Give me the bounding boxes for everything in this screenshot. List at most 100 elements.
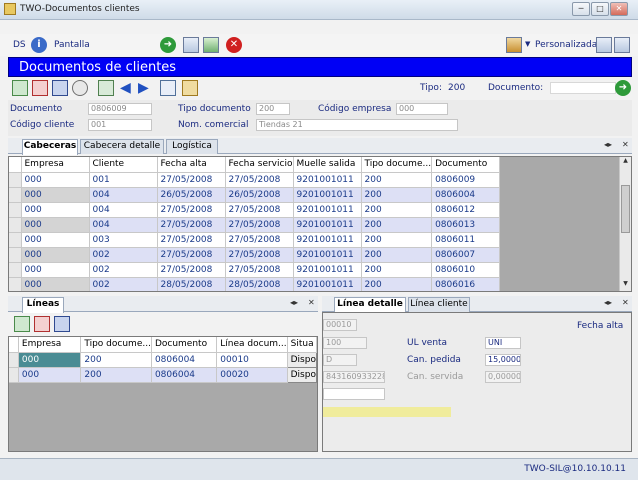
table-cell[interactable]: 27/05/2008 (225, 202, 294, 218)
row-indicator[interactable] (9, 367, 19, 383)
windows-icon[interactable] (183, 37, 199, 53)
table-cell[interactable]: 27/05/2008 (225, 172, 294, 188)
previous-icon[interactable]: ◀ (120, 80, 136, 96)
table-cell[interactable]: 000 (21, 172, 90, 188)
ds-label[interactable]: DS (13, 40, 26, 50)
table-cell[interactable]: 27/05/2008 (225, 262, 294, 278)
minimize-button[interactable]: ─ (572, 2, 590, 16)
table-cell[interactable]: 200 (361, 187, 433, 203)
table-cell[interactable]: 9201001011 (293, 247, 362, 263)
column-header[interactable]: Cliente (89, 157, 158, 173)
table-cell[interactable]: 000 (18, 367, 82, 383)
table-cell[interactable]: Dispo (286, 366, 317, 383)
table-cell[interactable]: 0806004 (431, 187, 501, 203)
codigo-cliente-field[interactable]: 001 (88, 119, 152, 131)
lock-icon[interactable] (182, 80, 198, 96)
row-indicator[interactable] (9, 217, 22, 233)
search-icon[interactable] (72, 80, 88, 96)
table-cell[interactable]: Dispo (286, 351, 317, 368)
layout-icon[interactable] (506, 37, 522, 53)
table-cell[interactable]: 000 (18, 352, 82, 368)
can-pedida-field[interactable]: 15,00000 (485, 354, 521, 366)
column-header[interactable]: Documento (151, 337, 218, 353)
scroll-thumb[interactable] (621, 185, 630, 233)
table-row[interactable]: 000 004 26/05/2008 26/05/2008 9201001011 200 0… (9, 187, 501, 203)
empty-field[interactable] (323, 388, 385, 400)
table-cell[interactable]: 9201001011 (293, 172, 362, 188)
next-icon[interactable]: ▶ (138, 80, 154, 96)
table-cell[interactable]: 00020 (216, 367, 288, 383)
table-cell[interactable]: 001 (89, 172, 158, 188)
table-cell[interactable]: 27/05/2008 (157, 232, 226, 248)
column-header[interactable]: Situa (287, 337, 317, 353)
table-cell[interactable]: 0806009 (431, 172, 501, 188)
tab-nav-icon[interactable]: ◂▸ (604, 298, 612, 307)
table-cell[interactable]: 0806012 (431, 202, 501, 218)
table-cell[interactable]: 200 (361, 202, 433, 218)
cabeceras-scrollbar[interactable]: ▲ ▼ (619, 157, 631, 291)
table-cell[interactable]: 0806007 (431, 247, 501, 263)
table-cell[interactable]: 27/05/2008 (157, 172, 226, 188)
estado-field[interactable]: D (323, 354, 357, 366)
table-cell[interactable]: 200 (361, 217, 433, 233)
tab-nav-icon[interactable]: ◂▸ (290, 298, 298, 307)
tab-linea-detalle[interactable]: Línea detalle (334, 297, 406, 313)
table-cell[interactable]: 200 (361, 247, 433, 263)
delete-icon[interactable] (32, 80, 48, 96)
table-cell[interactable]: 27/05/2008 (157, 262, 226, 278)
row-indicator[interactable] (9, 187, 22, 203)
table-cell[interactable]: 28/05/2008 (157, 277, 226, 291)
go-icon[interactable]: ➜ (160, 37, 176, 53)
table-cell[interactable]: 9201001011 (293, 217, 362, 233)
table-cell[interactable]: 000 (21, 217, 90, 233)
codigo-empresa-field[interactable]: 000 (396, 103, 448, 115)
tipo-documento-field[interactable]: 200 (256, 103, 290, 115)
scroll-up-icon[interactable]: ▲ (620, 157, 631, 167)
chevron-down-icon[interactable]: ▼ (525, 40, 530, 48)
column-header[interactable]: Empresa (18, 337, 82, 353)
table-cell[interactable]: 0806013 (431, 217, 501, 233)
new-icon[interactable] (12, 80, 28, 96)
table-cell[interactable]: 002 (89, 262, 158, 278)
tab-cabecera-detalle[interactable]: Cabecera detalle (80, 139, 164, 154)
row-indicator[interactable] (9, 172, 22, 188)
tab-close-icon[interactable]: ✕ (622, 298, 629, 307)
delete-line-icon[interactable] (34, 316, 50, 332)
table-cell[interactable]: 003 (89, 232, 158, 248)
table-cell[interactable]: 9201001011 (293, 187, 362, 203)
table-cell[interactable]: 000 (21, 187, 90, 203)
table-cell[interactable]: 200 (80, 352, 152, 368)
table-cell[interactable]: 000 (21, 232, 90, 248)
nombre-comercial-field[interactable]: Tiendas 21 (256, 119, 458, 131)
table-cell[interactable]: 002 (89, 277, 158, 291)
cantidad-field[interactable]: 100 (323, 337, 367, 349)
column-header[interactable]: Empresa (21, 157, 90, 173)
table-cell[interactable]: 27/05/2008 (157, 202, 226, 218)
table-cell[interactable]: 004 (89, 202, 158, 218)
table-cell[interactable]: 9201001011 (293, 202, 362, 218)
table-cell[interactable]: 200 (361, 262, 433, 278)
table-cell[interactable]: 200 (361, 172, 433, 188)
info-icon[interactable]: i (31, 37, 47, 53)
export-icon[interactable] (160, 80, 176, 96)
table-row[interactable]: 000 003 27/05/2008 27/05/2008 9201001011 200 0… (9, 232, 501, 248)
column-header[interactable]: Fecha servicio (225, 157, 294, 173)
table-cell[interactable]: 27/05/2008 (225, 247, 294, 263)
tab-close-icon[interactable]: ✕ (622, 140, 629, 149)
tab-cabeceras[interactable]: Cabeceras (22, 139, 78, 155)
tab-lineas[interactable]: Líneas (22, 297, 64, 313)
column-header[interactable]: Fecha alta (157, 157, 226, 173)
pantalla-label[interactable]: Pantalla (54, 40, 90, 50)
row-indicator[interactable] (9, 202, 22, 218)
validate-icon[interactable] (98, 80, 114, 96)
tab-nav-icon[interactable]: ◂▸ (604, 140, 612, 149)
row-indicator[interactable] (9, 247, 22, 263)
tab-close-icon[interactable]: ✕ (308, 298, 315, 307)
row-indicator[interactable] (9, 277, 22, 291)
table-row[interactable]: 000 002 27/05/2008 27/05/2008 9201001011 200 0… (9, 262, 501, 278)
column-header[interactable]: Tipo docume... (361, 157, 433, 173)
table-cell[interactable]: 00010 (216, 352, 288, 368)
table-cell[interactable]: 0806016 (431, 277, 501, 291)
table-cell[interactable]: 26/05/2008 (157, 187, 226, 203)
table-cell[interactable]: 000 (21, 202, 90, 218)
